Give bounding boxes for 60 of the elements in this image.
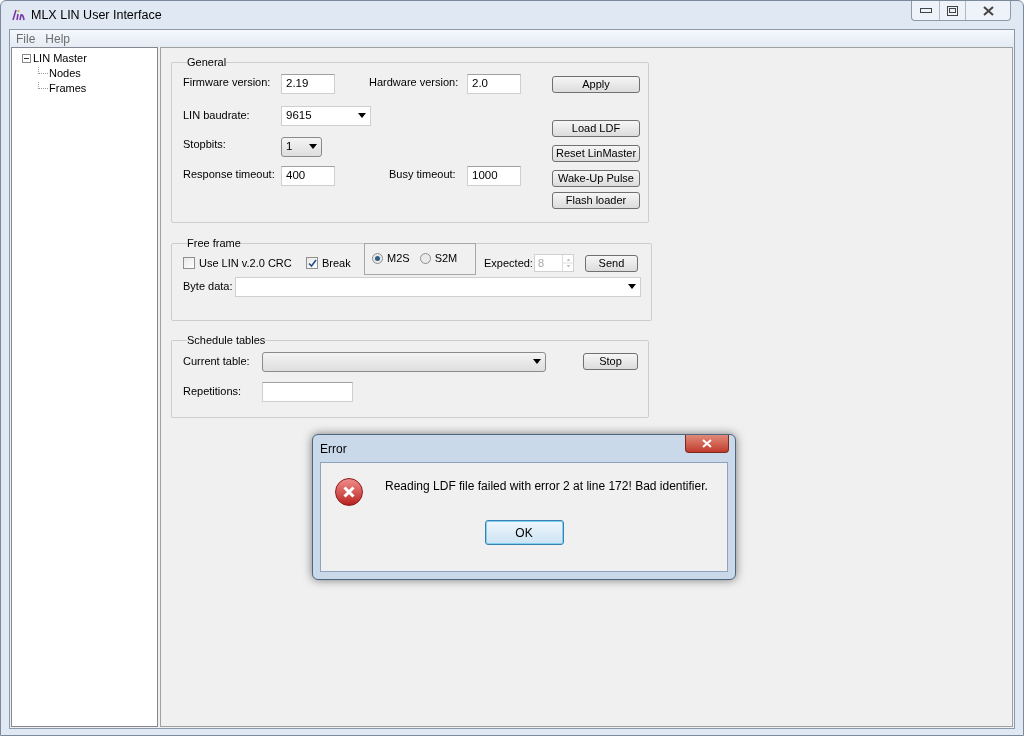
checkbox-box[interactable] xyxy=(306,257,318,269)
tree-item[interactable]: Nodes xyxy=(49,65,81,82)
dropdown-caret-icon xyxy=(358,113,366,118)
field-label: Byte data: xyxy=(183,279,233,295)
push-button[interactable]: Flash loader xyxy=(552,191,640,209)
checkbox-box[interactable] xyxy=(183,257,195,269)
ok-button[interactable]: OK xyxy=(484,520,564,545)
window-title: MLX LIN User Interface xyxy=(31,6,162,24)
push-button[interactable]: Apply xyxy=(552,75,640,93)
menu-item[interactable]: File xyxy=(16,29,36,48)
field-label: Firmware version: xyxy=(183,74,271,90)
stopbits-dropdown[interactable]: 1 xyxy=(281,136,322,157)
checkbox[interactable]: Use LIN v.2.0 CRC xyxy=(183,254,306,272)
group-title: Schedule tables xyxy=(187,333,266,348)
field-label: Expected: xyxy=(484,255,533,271)
radio-label: S2M xyxy=(434,251,458,267)
push-button[interactable]: Wake-Up Pulse xyxy=(552,169,640,187)
tree-toggle-icon[interactable] xyxy=(22,54,31,63)
error-icon xyxy=(335,478,363,506)
minimize-icon xyxy=(919,7,932,14)
group-title: Free frame xyxy=(187,236,241,251)
error-message: Reading LDF file failed with error 2 at line 172! Bad identifier. xyxy=(385,478,708,495)
push-button[interactable]: Send xyxy=(584,254,638,272)
baudrate-dropdown[interactable]: 9615 xyxy=(281,105,371,126)
radio-label: M2S xyxy=(387,251,410,267)
dialog-title: Error xyxy=(320,440,347,458)
current-table-dropdown[interactable] xyxy=(262,351,546,372)
dropdown-caret-icon xyxy=(533,359,541,364)
field-label: Current table: xyxy=(183,354,251,370)
maximize-icon xyxy=(947,5,958,16)
field-label: Repetitions: xyxy=(183,384,243,400)
close-button[interactable] xyxy=(685,435,729,453)
field-label: Hardware version: xyxy=(369,74,459,90)
text-field[interactable]: 2.0 xyxy=(467,73,521,94)
group-title: General xyxy=(187,55,227,70)
field-label: Busy timeout: xyxy=(388,166,456,182)
dropdown-caret-icon xyxy=(309,144,317,149)
close-icon xyxy=(982,5,994,16)
close-icon xyxy=(702,439,712,448)
push-button[interactable]: Load LDF xyxy=(552,119,640,137)
tree-item[interactable]: LIN Master xyxy=(33,50,87,67)
dropdown-caret-icon xyxy=(627,284,636,289)
field-label: Stopbits: xyxy=(183,136,226,152)
checkbox-label: Break xyxy=(322,255,351,271)
field-label: Response timeout: xyxy=(183,166,275,182)
repetitions-field[interactable] xyxy=(262,381,353,402)
push-button[interactable]: Reset LinMaster xyxy=(552,144,640,162)
checkbox[interactable]: Break xyxy=(306,254,364,272)
checkbox-label: Use LIN v.2.0 CRC xyxy=(199,255,292,271)
field-label: LIN baudrate: xyxy=(183,108,250,124)
app-logo-icon xyxy=(11,8,27,22)
text-field[interactable]: 1000 xyxy=(467,165,521,186)
text-field[interactable]: 2.19 xyxy=(281,73,335,94)
push-button[interactable]: Stop xyxy=(583,353,638,370)
tree-item[interactable]: Frames xyxy=(49,80,87,97)
menu-item[interactable]: Help xyxy=(45,29,71,48)
radio-button[interactable] xyxy=(419,253,431,264)
radio-button[interactable] xyxy=(372,253,383,264)
text-field[interactable]: 400 xyxy=(281,165,335,186)
spinbox-value: 8 xyxy=(536,255,546,271)
